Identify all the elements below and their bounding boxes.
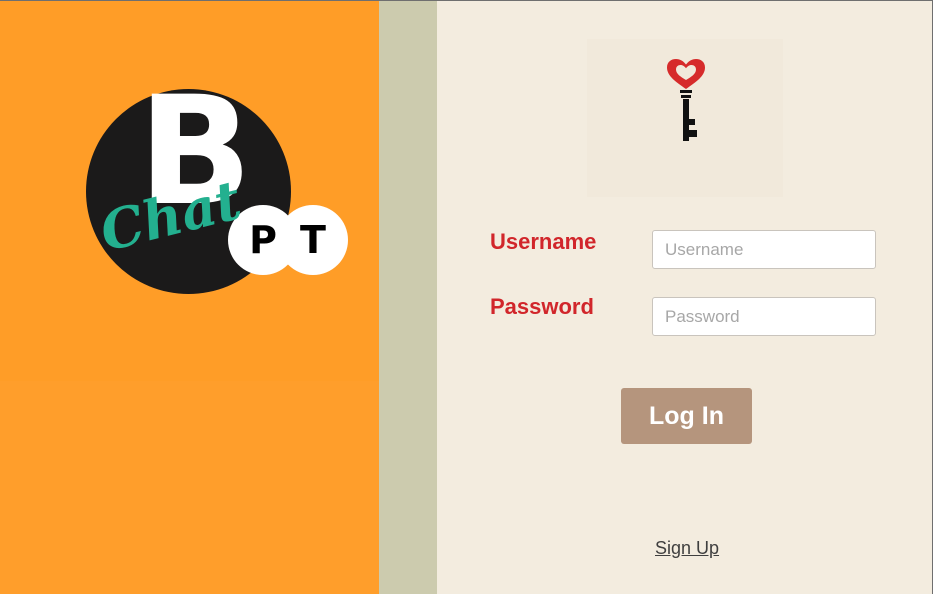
logo-bubble-t: T [278, 205, 348, 275]
login-panel: Username Password Log In Sign Up [437, 1, 932, 594]
key-tooth-upper [689, 119, 695, 125]
username-input[interactable] [652, 230, 876, 269]
username-label: Username [490, 229, 597, 254]
brand-panel: B P T Chat [0, 1, 379, 594]
key-tooth-lower [689, 130, 697, 137]
signup-link[interactable]: Sign Up [655, 538, 719, 559]
password-input[interactable] [652, 297, 876, 336]
brand-panel-band [0, 381, 379, 594]
login-button[interactable]: Log In [621, 388, 752, 444]
key-collar [680, 90, 692, 93]
heart-key-icon [667, 59, 705, 141]
login-window: B P T Chat Username Password Log In Sign… [0, 0, 933, 594]
key-collar-lower [681, 95, 691, 98]
bchatpt-logo: B P T Chat [82, 77, 352, 299]
panel-divider [379, 1, 437, 594]
key-shaft [683, 99, 689, 141]
password-label: Password [490, 294, 594, 319]
